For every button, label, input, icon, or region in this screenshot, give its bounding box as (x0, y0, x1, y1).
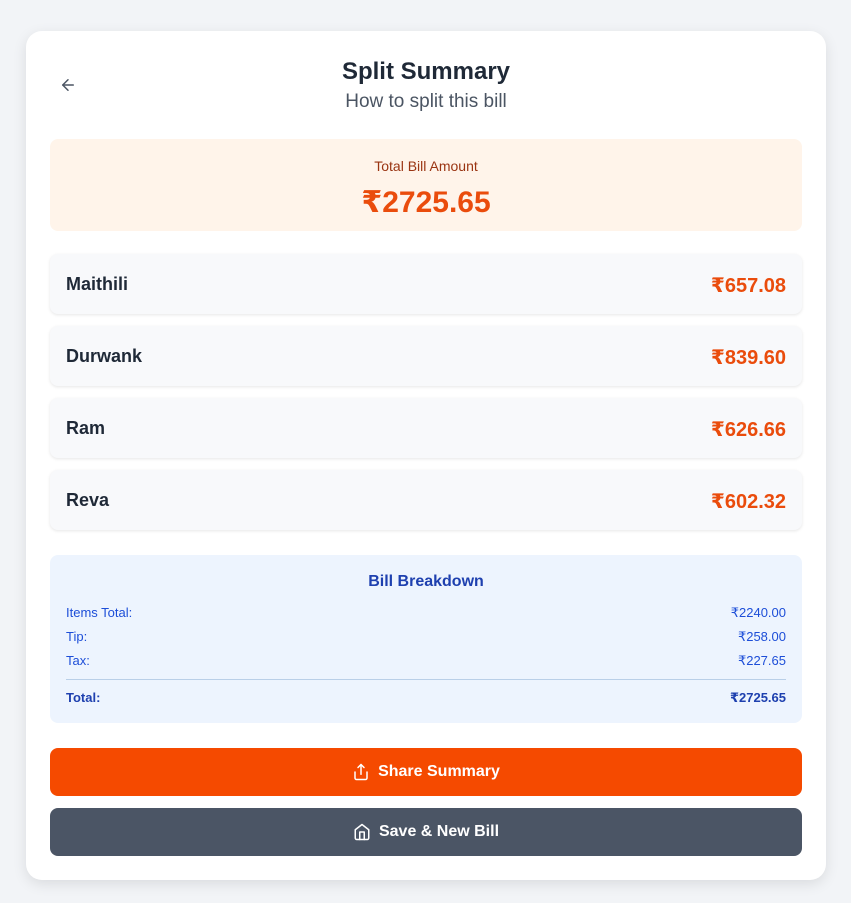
header: Split Summary How to split this bill (26, 31, 826, 141)
breakdown-items-row: Items Total: ₹2240.00 (66, 605, 786, 623)
breakdown-total-label: Total: (66, 690, 101, 705)
breakdown-divider (66, 679, 786, 680)
breakdown-total-row: Total: ₹2725.65 (66, 690, 786, 708)
page-title: Split Summary (341, 58, 511, 85)
total-bill-amount: ₹2725.65 (361, 186, 491, 219)
person-row: Durwank ₹839.60 (50, 326, 802, 386)
breakdown-tax-row: Tax: ₹227.65 (66, 653, 786, 671)
share-summary-button[interactable]: Share Summary (50, 748, 802, 796)
total-bill-box: Total Bill Amount ₹2725.65 (50, 139, 802, 231)
breakdown-tip-row: Tip: ₹258.00 (66, 629, 786, 647)
breakdown-tip-label: Tip: (66, 629, 88, 644)
person-row: Reva ₹602.32 (50, 470, 802, 530)
person-name: Reva (66, 490, 110, 510)
split-summary-card: Split Summary How to split this bill Tot… (26, 31, 826, 880)
save-new-bill-button[interactable]: Save & New Bill (50, 808, 802, 856)
breakdown-title: Bill Breakdown (368, 573, 484, 590)
home-icon (353, 823, 371, 841)
person-row: Maithili ₹657.08 (50, 254, 802, 314)
bill-breakdown: Bill Breakdown Items Total: ₹2240.00 Tip… (50, 555, 802, 723)
breakdown-items-label: Items Total: (66, 605, 133, 620)
page-subtitle: How to split this bill (345, 91, 507, 112)
breakdown-total-value: ₹2725.65 (729, 690, 786, 705)
share-summary-label: Share Summary (378, 763, 500, 780)
person-amount: ₹839.60 (710, 347, 786, 369)
share-icon (352, 763, 370, 781)
breakdown-tip-value: ₹258.00 (737, 629, 786, 644)
person-amount: ₹626.66 (710, 419, 786, 441)
total-bill-label: Total Bill Amount (374, 158, 478, 174)
person-amount: ₹602.32 (710, 491, 786, 513)
breakdown-tax-value: ₹227.65 (737, 653, 786, 668)
person-name: Durwank (66, 346, 143, 366)
person-amount: ₹657.08 (710, 275, 786, 297)
save-new-bill-label: Save & New Bill (378, 823, 500, 840)
person-name: Ram (66, 418, 106, 438)
breakdown-items-value: ₹2240.00 (730, 605, 786, 620)
person-name: Maithili (66, 274, 128, 294)
person-row: Ram ₹626.66 (50, 398, 802, 458)
breakdown-tax-label: Tax: (66, 653, 90, 668)
